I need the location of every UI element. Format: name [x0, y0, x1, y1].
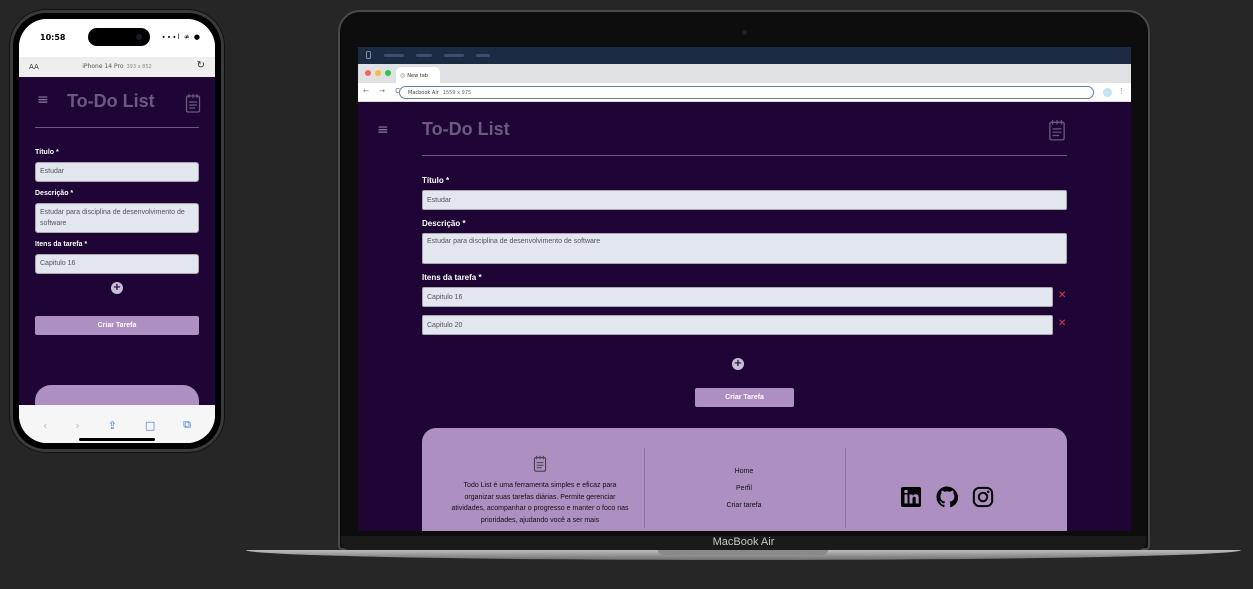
notebook-icon	[533, 455, 547, 472]
address-bar[interactable]: Macbook Air 1559 x 975	[399, 86, 1094, 99]
footer-link-criar-tarefa[interactable]: Criar tarefa	[684, 502, 804, 509]
macbook-mockup:  ◎New tab ← → C Macbook Air1559 x 975 ⋮…	[338, 10, 1150, 550]
remove-item-icon[interactable]: ✕	[1058, 318, 1066, 329]
laptop-notch	[658, 550, 828, 555]
create-task-button[interactable]: Criar Tarefa	[35, 316, 199, 335]
footer-links: Home Perfil Criar tarefa	[684, 468, 804, 519]
items-label: Itens da tarefa *	[422, 273, 482, 282]
app-header: ≡ To-Do List	[19, 77, 215, 127]
footer-description: Todo List é uma ferramenta simples e efi…	[451, 482, 629, 524]
globe-icon: ◎	[400, 72, 406, 79]
device-name: iPhone 14 Pro	[82, 63, 124, 70]
macbook-base: MacBook Air	[246, 529, 1241, 560]
share-icon[interactable]: ⇪	[108, 419, 117, 432]
description-label: Descrição *	[422, 219, 466, 228]
items-label: Itens da tarefa *	[35, 241, 88, 248]
footer-link-perfil[interactable]: Perfil	[684, 485, 804, 492]
title-label: Título *	[35, 149, 59, 156]
omnibox-device: Macbook Air	[408, 90, 439, 96]
footer-link-home[interactable]: Home	[684, 468, 804, 475]
task-form: Título * Estudar Descrição * Estudar par…	[35, 149, 199, 335]
item-input[interactable]: Capitulo 16	[35, 254, 199, 274]
app-title: To-Do List	[422, 119, 510, 139]
description-textarea[interactable]: Estudar para disciplina de desenvolvimen…	[35, 203, 199, 233]
close-window-icon[interactable]	[365, 70, 371, 76]
tabs-icon[interactable]: ⧉	[183, 418, 191, 432]
browser-tab-strip: ◎ New tab	[358, 64, 1131, 83]
browser-nav-bar: ← → C Macbook Air 1559 x 975 ⋮	[358, 83, 1131, 102]
dynamic-island	[88, 28, 150, 46]
app-title: To-Do List	[67, 91, 155, 111]
footer-divider	[644, 448, 645, 528]
phone-app-view: ≡ To-Do List Título * Estudar Descrição …	[19, 77, 215, 405]
home-indicator	[79, 438, 155, 441]
device-info: iPhone 14 Pro 393 x 852	[19, 63, 215, 70]
add-item-icon[interactable]: +	[732, 358, 744, 370]
item-row: Capitulo 16 ✕	[422, 287, 1067, 307]
device-label: MacBook Air	[712, 536, 775, 548]
laptop-screen:  ◎New tab ← → C Macbook Air1559 x 975 ⋮…	[358, 47, 1131, 531]
phone-bezel: 10:58 ∙∙∙l ≉ ● AA iPhone 14 Pro 393 x 852…	[13, 13, 221, 449]
linkedin-icon[interactable]	[900, 486, 922, 508]
instagram-icon[interactable]	[972, 486, 994, 508]
title-label: Título *	[422, 176, 450, 185]
profile-icon[interactable]	[1103, 88, 1112, 97]
desktop-app-view: ≡ To-Do List Título * Estudar Descrição …	[358, 102, 1131, 531]
footer-divider	[845, 448, 846, 528]
menu-placeholder	[384, 54, 404, 57]
minimize-window-icon[interactable]	[375, 70, 381, 76]
item-row: Capitulo 20 ✕	[422, 315, 1067, 335]
back-icon[interactable]: ‹	[43, 419, 47, 432]
hamburger-menu-icon[interactable]: ≡	[377, 122, 389, 138]
iphone-mockup: 10:58 ∙∙∙l ≉ ● AA iPhone 14 Pro 393 x 852…	[10, 10, 224, 452]
omnibox-size: 1559 x 975	[442, 90, 472, 96]
item-input[interactable]: Capitulo 20	[422, 315, 1053, 335]
description-textarea[interactable]: Estudar para disciplina de desenvolvimen…	[422, 233, 1067, 264]
notebook-icon	[1049, 120, 1065, 141]
mac-menu-bar: 	[358, 47, 1131, 64]
device-size: 393 x 852	[126, 64, 152, 70]
menu-placeholder	[476, 54, 490, 57]
phone-url-bar[interactable]: AA iPhone 14 Pro 393 x 852 ↻	[19, 57, 215, 77]
more-menu-icon[interactable]: ⋮	[1118, 87, 1125, 95]
apple-logo-icon[interactable]: 	[366, 50, 371, 59]
title-input[interactable]: Estudar	[422, 190, 1067, 210]
menu-placeholder	[444, 54, 464, 57]
signal-wifi-battery-icon: ∙∙∙l ≉ ●	[161, 33, 201, 41]
remove-item-icon[interactable]: ✕	[1058, 290, 1066, 301]
maximize-window-icon[interactable]	[385, 70, 391, 76]
nav-buttons-icon[interactable]: ← → C	[363, 87, 404, 95]
bookmarks-icon[interactable]: □	[145, 419, 155, 432]
camera-dot	[136, 34, 142, 40]
browser-tab[interactable]: ◎ New tab	[396, 67, 440, 83]
phone-status-bar: 10:58 ∙∙∙l ≉ ●	[19, 19, 215, 57]
menu-placeholder	[416, 54, 432, 57]
description-label: Descrição *	[35, 190, 74, 197]
title-input[interactable]: Estudar	[35, 162, 199, 182]
create-task-button[interactable]: Criar Tarefa	[695, 388, 794, 407]
notebook-icon	[185, 94, 201, 113]
footer-about: Todo List é uma ferramenta simples e efi…	[450, 455, 630, 526]
hamburger-menu-icon[interactable]: ≡	[37, 92, 49, 108]
reload-icon[interactable]: ↻	[197, 60, 205, 71]
status-time: 10:58	[40, 33, 66, 42]
github-icon[interactable]	[936, 486, 958, 508]
footer	[35, 385, 199, 405]
header-divider	[422, 155, 1067, 156]
social-links	[900, 486, 994, 508]
header-divider	[35, 127, 199, 128]
task-form: Título * Estudar Descrição * Estudar par…	[422, 176, 1067, 343]
forward-icon[interactable]: ›	[75, 419, 79, 432]
tab-title: New tab	[407, 73, 428, 79]
footer: Todo List é uma ferramenta simples e efi…	[422, 428, 1067, 531]
camera-dot	[742, 30, 747, 35]
phone-screen: 10:58 ∙∙∙l ≉ ● AA iPhone 14 Pro 393 x 852…	[19, 19, 215, 443]
item-input[interactable]: Capitulo 16	[422, 287, 1053, 307]
add-item-icon[interactable]: +	[111, 282, 123, 294]
safari-toolbar: ‹ › ⇪ □ ⧉	[19, 405, 215, 443]
